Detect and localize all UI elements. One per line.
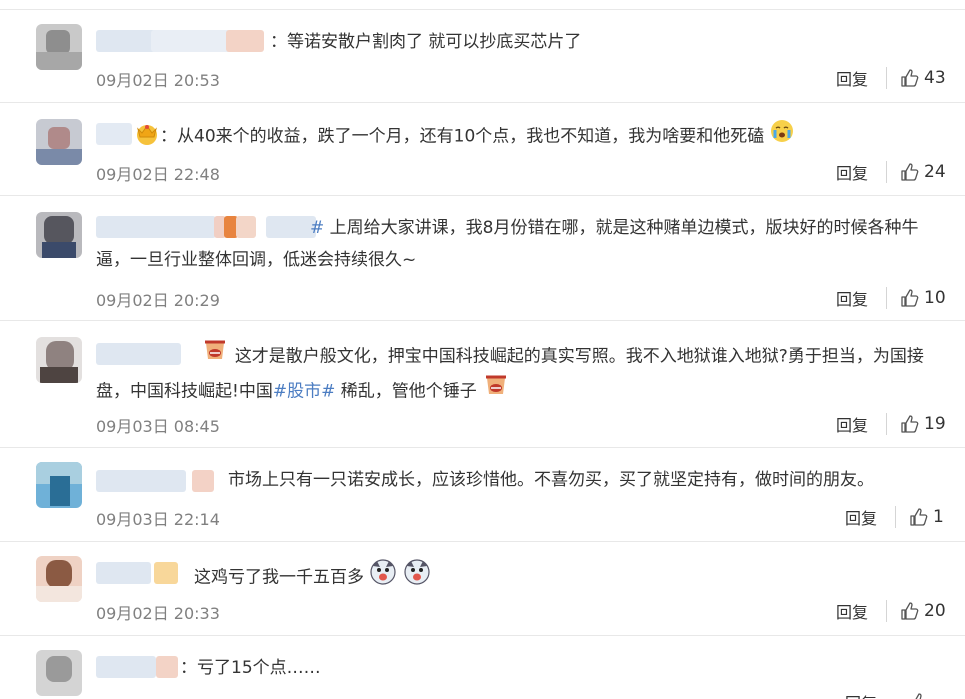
avatar[interactable]	[36, 650, 82, 696]
avatar[interactable]	[36, 337, 82, 383]
comment-time: 09月03日 22:14	[96, 510, 220, 529]
comment-time: 09月02日 20:33	[96, 604, 220, 623]
hashtag-link[interactable]: #股市#	[273, 382, 336, 402]
avatar[interactable]	[36, 212, 82, 258]
like-count: 20	[924, 601, 946, 621]
comment-item: 市场上只有一只诺安成长，应该珍惜他。不喜勿买，买了就坚定持有，做时间的朋友。 0…	[0, 447, 965, 542]
comment-item: 这才是散户般文化，押宝中国科技崛起的真实写照。我不入地狱谁入地狱?勇于担当，为国…	[0, 320, 965, 448]
like-button[interactable]: 10	[900, 288, 946, 308]
divider	[886, 413, 887, 435]
thumbs-up-icon	[901, 415, 919, 433]
thumbs-up-icon	[901, 602, 919, 620]
comment-body: 市场上只有一只诺安成长，应该珍惜他。不喜勿买，买了就坚定持有，做时间的朋友。	[228, 470, 874, 490]
avatar[interactable]	[36, 462, 82, 508]
username-blurred[interactable]	[96, 30, 266, 52]
divider	[886, 161, 887, 183]
comment-time: 09月03日 08:45	[96, 417, 220, 436]
comment-item: ：亏了15个点…… 回复	[0, 635, 965, 699]
like-count: 43	[924, 68, 946, 88]
crying-emoji	[770, 119, 794, 154]
like-count: 1	[933, 507, 944, 527]
divider	[895, 506, 896, 528]
like-button[interactable]: 1	[909, 507, 944, 527]
comment-text: 这鸡亏了我一千五百多	[194, 558, 925, 597]
like-button[interactable]: 43	[900, 68, 946, 88]
comment-time: 09月02日 22:48	[96, 165, 220, 184]
comment-text: 市场上只有一只诺安成长，应该珍惜他。不喜勿买，买了就坚定持有，做时间的朋友。	[228, 464, 925, 496]
comment-body: ：从40来个的收益，跌了一个月，还有10个点，我也不知道，我为啥要和他死磕	[160, 126, 765, 147]
comment-item: ：等诺安散户割肉了 就可以抄底买芯片了 09月02日 20:53 回复 43	[0, 10, 965, 102]
dog-emoji	[369, 558, 397, 597]
username-blurred[interactable]	[96, 562, 181, 584]
reply-button[interactable]: 回复	[836, 412, 868, 436]
comment-text: ：亏了15个点……	[180, 652, 925, 684]
reply-button[interactable]: 回复	[836, 160, 868, 184]
comment-body: ：等诺安散户割肉了 就可以抄底买芯片了	[270, 32, 582, 52]
comment-text: ：从40来个的收益，跌了一个月，还有10个点，我也不知道，我为啥要和他死磕	[160, 119, 925, 154]
hashtag-link[interactable]: #	[310, 218, 324, 238]
comment-text: ：等诺安散户割肉了 就可以抄底买芯片了	[270, 26, 925, 58]
thumbs-up-icon	[901, 69, 919, 87]
like-count: 19	[924, 414, 946, 434]
avatar[interactable]	[36, 556, 82, 602]
reply-button[interactable]: 回复	[836, 599, 868, 623]
username-blurred[interactable]	[96, 656, 181, 678]
avatar[interactable]	[36, 24, 82, 70]
divider	[886, 600, 887, 622]
thumbs-up-icon	[910, 508, 928, 526]
comment-body: ：亏了15个点……	[180, 658, 321, 678]
divider	[886, 67, 887, 89]
like-button[interactable]: 20	[900, 601, 946, 621]
reply-button[interactable]: 回复	[836, 286, 868, 310]
username-blurred[interactable]	[96, 123, 136, 145]
like-count: 10	[924, 288, 946, 308]
comment-body: 这鸡亏了我一千五百多	[194, 567, 364, 588]
comment-time: 09月02日 20:53	[96, 71, 220, 90]
avatar[interactable]	[36, 119, 82, 165]
reply-button[interactable]: 回复	[845, 505, 877, 529]
comment-item: ：从40来个的收益，跌了一个月，还有10个点，我也不知道，我为啥要和他死磕 09…	[0, 102, 965, 196]
thumbs-up-icon	[901, 289, 919, 307]
like-button[interactable]: 19	[900, 414, 946, 434]
comment-body-end: 稀乱，管他个锤子	[340, 381, 477, 402]
like-button[interactable]: 24	[900, 162, 946, 182]
comment-text: 这才是散户般文化，押宝中国科技崛起的真实写照。我不入地狱谁入地狱?勇于担当，为国…	[96, 339, 925, 409]
shouting-emoji	[201, 339, 229, 374]
comment-body: 上周给大家讲课，我8月份错在哪，就是这种赌单边模式，版块好的时候各种牛逼，一旦行…	[96, 218, 919, 270]
divider	[886, 287, 887, 309]
thumbs-up-icon	[901, 163, 919, 181]
reply-button[interactable]: 回复	[836, 66, 868, 90]
comment-item: 这鸡亏了我一千五百多 09月02日 20:33 回复 20	[0, 541, 965, 636]
comment-text: # 上周给大家讲课，我8月份错在哪，就是这种赌单边模式，版块好的时候各种牛逼，一…	[96, 212, 925, 276]
shouting-emoji	[482, 374, 510, 409]
comment-item: # 上周给大家讲课，我8月份错在哪，就是这种赌单边模式，版块好的时候各种牛逼，一…	[0, 195, 965, 321]
dog-emoji	[403, 558, 431, 597]
like-count: 24	[924, 162, 946, 182]
crown-emoji	[134, 120, 160, 150]
username-blurred[interactable]	[96, 470, 216, 492]
comment-time: 09月02日 20:29	[96, 291, 220, 310]
